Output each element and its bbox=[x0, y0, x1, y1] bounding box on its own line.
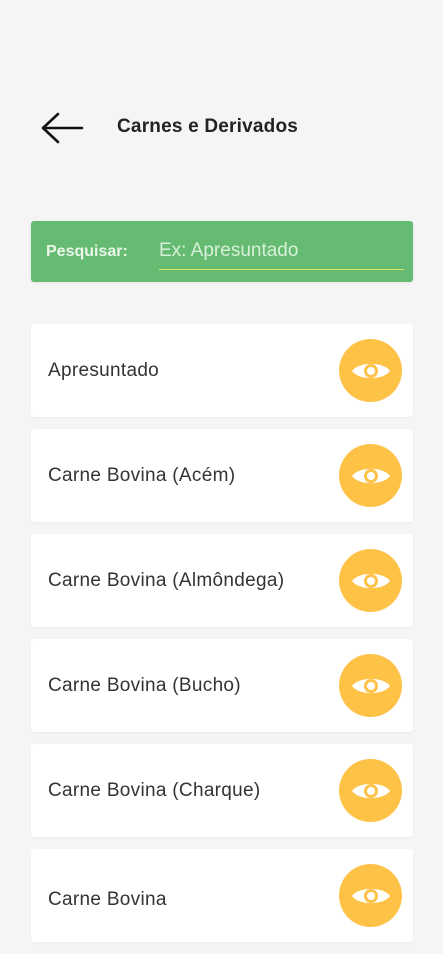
view-button[interactable] bbox=[339, 549, 402, 612]
eye-icon bbox=[351, 678, 390, 693]
eye-icon bbox=[351, 783, 390, 798]
back-button[interactable] bbox=[36, 108, 88, 148]
page-title: Carnes e Derivados bbox=[117, 116, 299, 137]
view-button[interactable] bbox=[339, 759, 402, 822]
list-item-label: Carne Bovina (Almôndega) bbox=[48, 569, 285, 591]
list-item-label: Apresuntado bbox=[48, 359, 160, 381]
eye-icon bbox=[351, 363, 390, 378]
search-input[interactable] bbox=[159, 233, 404, 270]
eye-icon bbox=[351, 888, 390, 903]
view-button[interactable] bbox=[339, 339, 402, 402]
view-button[interactable] bbox=[339, 654, 402, 717]
list-item[interactable]: Carne Bovina (Charque) bbox=[31, 744, 413, 837]
list-item[interactable]: Apresuntado bbox=[31, 324, 413, 417]
list-item-label: Carne Bovina (Acém) bbox=[48, 464, 236, 486]
eye-icon bbox=[351, 573, 390, 588]
item-list: Apresuntado Carne Bovina (Acém) Carne Bo… bbox=[31, 324, 413, 954]
arrow-left-icon bbox=[41, 112, 84, 144]
list-item[interactable]: Carne Bovina bbox=[31, 849, 413, 942]
eye-icon bbox=[351, 468, 390, 483]
list-item-label: Carne Bovina bbox=[48, 889, 167, 910]
view-button[interactable] bbox=[339, 864, 402, 927]
view-button[interactable] bbox=[339, 444, 402, 507]
list-item[interactable]: Carne Bovina (Bucho) bbox=[31, 639, 413, 732]
list-item-label: Carne Bovina (Bucho) bbox=[48, 674, 241, 696]
search-bar: Pesquisar: bbox=[31, 221, 413, 282]
list-item[interactable]: Carne Bovina (Acém) bbox=[31, 429, 413, 522]
app-header: Carnes e Derivados bbox=[0, 100, 443, 156]
list-item[interactable]: Carne Bovina (Almôndega) bbox=[31, 534, 413, 627]
list-item-label: Carne Bovina (Charque) bbox=[48, 779, 261, 801]
search-label: Pesquisar: bbox=[46, 243, 128, 260]
